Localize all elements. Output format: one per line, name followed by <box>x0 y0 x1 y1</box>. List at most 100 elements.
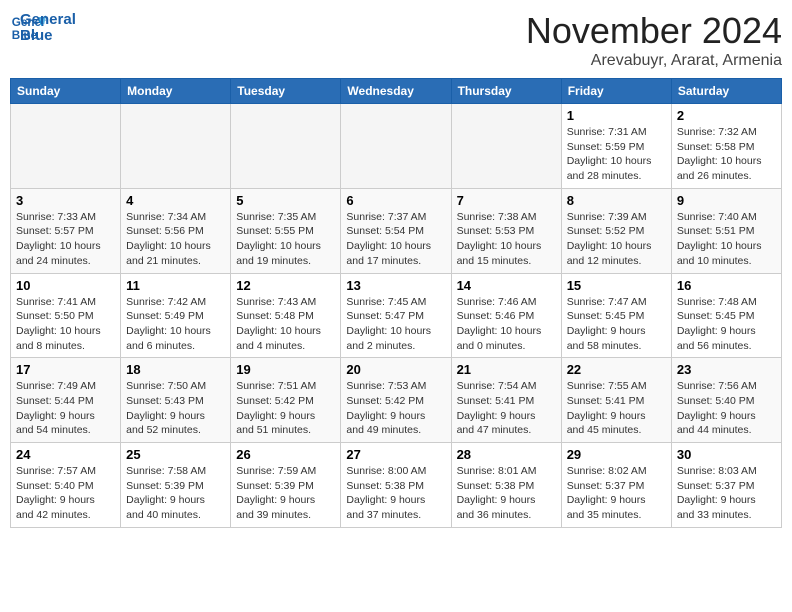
day-number: 19 <box>236 362 335 377</box>
calendar-cell: 20 Sunrise: 7:53 AM Sunset: 5:42 PM Dayli… <box>341 358 451 443</box>
day-number: 1 <box>567 108 666 123</box>
day-info: Sunrise: 7:59 AM Sunset: 5:39 PM Dayligh… <box>236 464 335 523</box>
calendar-cell: 8Sunrise: 7:39 AM Sunset: 5:52 PM Daylig… <box>561 188 671 273</box>
day-number: 13 <box>346 278 445 293</box>
day-info: Sunrise: 8:03 AM Sunset: 5:37 PM Dayligh… <box>677 464 776 523</box>
calendar-cell: 25Sunrise: 7:58 AM Sunset: 5:39 PM Dayli… <box>121 443 231 528</box>
calendar-cell: 1Sunrise: 7:31 AM Sunset: 5:59 PM Daylig… <box>561 104 671 189</box>
day-number: 9 <box>677 193 776 208</box>
weekday-header: Saturday <box>671 79 781 104</box>
calendar-cell: 5Sunrise: 7:35 AM Sunset: 5:55 PM Daylig… <box>231 188 341 273</box>
day-info: Sunrise: 7:48 AM Sunset: 5:45 PM Dayligh… <box>677 295 776 354</box>
calendar-cell <box>231 104 341 189</box>
calendar-cell <box>341 104 451 189</box>
calendar-cell <box>11 104 121 189</box>
calendar-cell: 12 Sunrise: 7:43 AM Sunset: 5:48 PM Dayli… <box>231 273 341 358</box>
calendar-cell: 29 Sunrise: 8:02 AM Sunset: 5:37 PM Dayli… <box>561 443 671 528</box>
calendar-cell: 19 Sunrise: 7:51 AM Sunset: 5:42 PM Dayli… <box>231 358 341 443</box>
calendar-cell: 3 Sunrise: 7:33 AM Sunset: 5:57 PM Daylig… <box>11 188 121 273</box>
day-info: Sunrise: 7:37 AM Sunset: 5:54 PM Dayligh… <box>346 210 445 269</box>
weekday-header: Sunday <box>11 79 121 104</box>
day-number: 23 <box>677 362 776 377</box>
calendar-cell: 23Sunrise: 7:56 AM Sunset: 5:40 PM Dayli… <box>671 358 781 443</box>
day-number: 29 <box>567 447 666 462</box>
day-info: Sunrise: 7:40 AM Sunset: 5:51 PM Dayligh… <box>677 210 776 269</box>
weekday-header: Friday <box>561 79 671 104</box>
weekday-header: Tuesday <box>231 79 341 104</box>
page-header: General Blue General Blue November 2024 … <box>10 10 782 70</box>
day-number: 4 <box>126 193 225 208</box>
day-number: 15 <box>567 278 666 293</box>
calendar-cell: 6 Sunrise: 7:37 AM Sunset: 5:54 PM Daylig… <box>341 188 451 273</box>
day-info: Sunrise: 8:02 AM Sunset: 5:37 PM Dayligh… <box>567 464 666 523</box>
calendar-cell: 17 Sunrise: 7:49 AM Sunset: 5:44 PM Dayli… <box>11 358 121 443</box>
calendar-week-row: 24 Sunrise: 7:57 AM Sunset: 5:40 PM Dayli… <box>11 443 782 528</box>
calendar-cell: 26 Sunrise: 7:59 AM Sunset: 5:39 PM Dayli… <box>231 443 341 528</box>
day-number: 22 <box>567 362 666 377</box>
day-number: 25 <box>126 447 225 462</box>
day-number: 10 <box>16 278 115 293</box>
calendar-cell: 28 Sunrise: 8:01 AM Sunset: 5:38 PM Dayli… <box>451 443 561 528</box>
day-number: 3 <box>16 193 115 208</box>
logo-line2: Blue <box>20 28 76 45</box>
calendar-cell: 4 Sunrise: 7:34 AM Sunset: 5:56 PM Daylig… <box>121 188 231 273</box>
day-info: Sunrise: 8:00 AM Sunset: 5:38 PM Dayligh… <box>346 464 445 523</box>
day-number: 11 <box>126 278 225 293</box>
day-info: Sunrise: 7:49 AM Sunset: 5:44 PM Dayligh… <box>16 379 115 438</box>
calendar-cell: 13Sunrise: 7:45 AM Sunset: 5:47 PM Dayli… <box>341 273 451 358</box>
day-number: 27 <box>346 447 445 462</box>
calendar-cell: 2 Sunrise: 7:32 AM Sunset: 5:58 PM Daylig… <box>671 104 781 189</box>
day-info: Sunrise: 7:54 AM Sunset: 5:41 PM Dayligh… <box>457 379 556 438</box>
title-block: November 2024 Arevabuyr, Ararat, Armenia <box>526 10 782 70</box>
day-number: 2 <box>677 108 776 123</box>
day-number: 12 <box>236 278 335 293</box>
calendar-cell: 9 Sunrise: 7:40 AM Sunset: 5:51 PM Daylig… <box>671 188 781 273</box>
day-info: Sunrise: 7:43 AM Sunset: 5:48 PM Dayligh… <box>236 295 335 354</box>
calendar-cell: 15Sunrise: 7:47 AM Sunset: 5:45 PM Dayli… <box>561 273 671 358</box>
calendar-cell: 11 Sunrise: 7:42 AM Sunset: 5:49 PM Dayli… <box>121 273 231 358</box>
day-info: Sunrise: 7:32 AM Sunset: 5:58 PM Dayligh… <box>677 125 776 184</box>
calendar-cell: 10 Sunrise: 7:41 AM Sunset: 5:50 PM Dayli… <box>11 273 121 358</box>
calendar-cell: 18Sunrise: 7:50 AM Sunset: 5:43 PM Dayli… <box>121 358 231 443</box>
logo-line1: General <box>20 12 76 29</box>
day-number: 24 <box>16 447 115 462</box>
day-info: Sunrise: 7:53 AM Sunset: 5:42 PM Dayligh… <box>346 379 445 438</box>
day-number: 7 <box>457 193 556 208</box>
day-info: Sunrise: 7:33 AM Sunset: 5:57 PM Dayligh… <box>16 210 115 269</box>
day-number: 8 <box>567 193 666 208</box>
calendar-cell <box>451 104 561 189</box>
day-number: 26 <box>236 447 335 462</box>
day-number: 6 <box>346 193 445 208</box>
day-info: Sunrise: 7:51 AM Sunset: 5:42 PM Dayligh… <box>236 379 335 438</box>
day-info: Sunrise: 7:41 AM Sunset: 5:50 PM Dayligh… <box>16 295 115 354</box>
calendar-week-row: 17 Sunrise: 7:49 AM Sunset: 5:44 PM Dayli… <box>11 358 782 443</box>
weekday-header: Thursday <box>451 79 561 104</box>
day-info: Sunrise: 7:34 AM Sunset: 5:56 PM Dayligh… <box>126 210 225 269</box>
calendar-cell: 21Sunrise: 7:54 AM Sunset: 5:41 PM Dayli… <box>451 358 561 443</box>
day-info: Sunrise: 8:01 AM Sunset: 5:38 PM Dayligh… <box>457 464 556 523</box>
calendar-week-row: 3 Sunrise: 7:33 AM Sunset: 5:57 PM Daylig… <box>11 188 782 273</box>
day-info: Sunrise: 7:35 AM Sunset: 5:55 PM Dayligh… <box>236 210 335 269</box>
day-info: Sunrise: 7:42 AM Sunset: 5:49 PM Dayligh… <box>126 295 225 354</box>
month-title: November 2024 <box>526 10 782 52</box>
logo: General Blue General Blue <box>10 10 76 46</box>
calendar-cell <box>121 104 231 189</box>
day-number: 17 <box>16 362 115 377</box>
calendar-cell: 22Sunrise: 7:55 AM Sunset: 5:41 PM Dayli… <box>561 358 671 443</box>
calendar-cell: 30Sunrise: 8:03 AM Sunset: 5:37 PM Dayli… <box>671 443 781 528</box>
calendar-week-row: 1Sunrise: 7:31 AM Sunset: 5:59 PM Daylig… <box>11 104 782 189</box>
calendar-week-row: 10 Sunrise: 7:41 AM Sunset: 5:50 PM Dayli… <box>11 273 782 358</box>
calendar-cell: 27 Sunrise: 8:00 AM Sunset: 5:38 PM Dayli… <box>341 443 451 528</box>
day-info: Sunrise: 7:46 AM Sunset: 5:46 PM Dayligh… <box>457 295 556 354</box>
calendar-cell: 16Sunrise: 7:48 AM Sunset: 5:45 PM Dayli… <box>671 273 781 358</box>
day-number: 20 <box>346 362 445 377</box>
calendar-cell: 24 Sunrise: 7:57 AM Sunset: 5:40 PM Dayli… <box>11 443 121 528</box>
day-number: 14 <box>457 278 556 293</box>
day-info: Sunrise: 7:57 AM Sunset: 5:40 PM Dayligh… <box>16 464 115 523</box>
calendar-table: SundayMondayTuesdayWednesdayThursdayFrid… <box>10 78 782 528</box>
weekday-header: Monday <box>121 79 231 104</box>
weekday-header: Wednesday <box>341 79 451 104</box>
calendar-cell: 7Sunrise: 7:38 AM Sunset: 5:53 PM Daylig… <box>451 188 561 273</box>
day-number: 28 <box>457 447 556 462</box>
day-number: 18 <box>126 362 225 377</box>
